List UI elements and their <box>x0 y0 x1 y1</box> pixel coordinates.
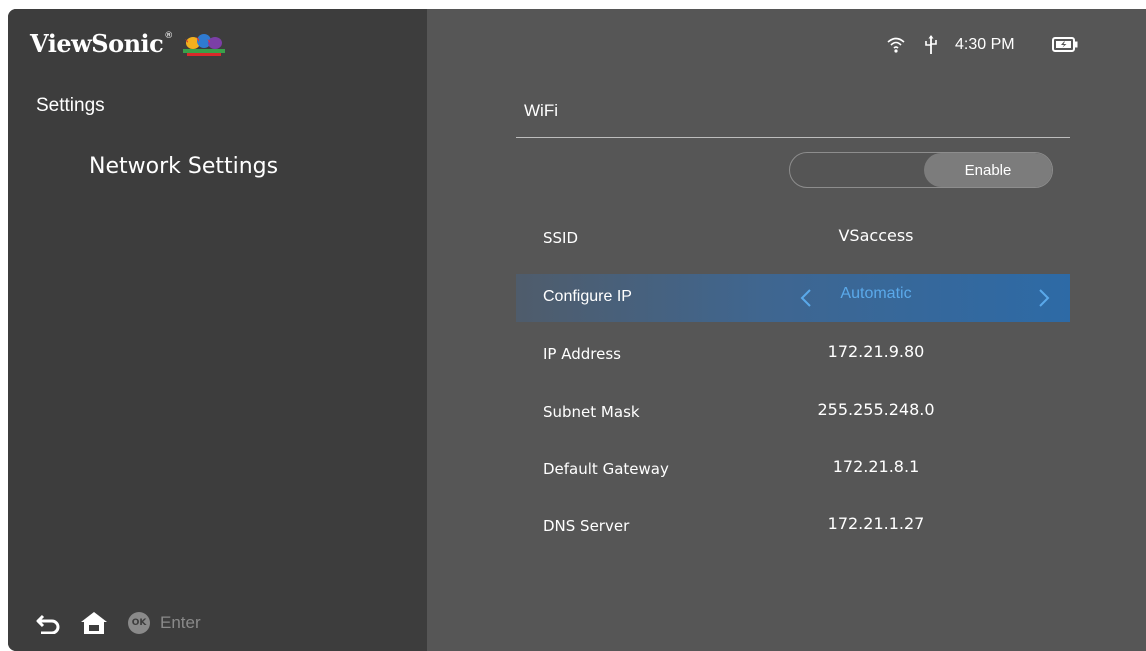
setting-label: Configure IP <box>543 288 632 305</box>
clock: 4:30 PM <box>955 36 1015 53</box>
chevron-right-icon[interactable] <box>1038 288 1050 308</box>
setting-row-dns-server[interactable]: DNS Server 172.21.1.27 <box>516 503 1070 551</box>
setting-label: Subnet Mask <box>543 403 640 421</box>
setting-value: VSaccess <box>838 226 914 245</box>
projector-screen: ViewSonic ® Settings Network Settings OK… <box>8 9 1146 651</box>
divider <box>516 137 1070 138</box>
toggle-enable-label: Enable <box>924 153 1052 187</box>
birds-logo-icon <box>183 33 226 56</box>
status-bar: 4:30 PM <box>886 35 1146 57</box>
setting-label: IP Address <box>543 345 621 363</box>
setting-label: SSID <box>543 229 579 247</box>
setting-value: 172.21.8.1 <box>832 457 920 476</box>
setting-label: Default Gateway <box>543 460 669 478</box>
wifi-icon <box>887 37 905 53</box>
setting-row-ip-address[interactable]: IP Address 172.21.9.80 <box>516 331 1070 379</box>
wifi-section-title: WiFi <box>524 101 558 120</box>
setting-value: 255.255.248.0 <box>817 400 935 419</box>
brand-name: ViewSonic <box>30 29 164 58</box>
wifi-toggle[interactable]: Enable <box>789 152 1053 188</box>
breadcrumb: Settings <box>36 95 105 116</box>
setting-row-subnet-mask[interactable]: Subnet Mask 255.255.248.0 <box>516 389 1070 437</box>
usb-icon <box>925 35 937 54</box>
hint-bar: OK Enter <box>36 611 201 635</box>
sidebar: ViewSonic ® Settings Network Settings OK… <box>8 9 427 651</box>
ok-icon: OK <box>128 612 150 634</box>
setting-row-default-gateway[interactable]: Default Gateway 172.21.8.1 <box>516 446 1070 494</box>
setting-row-ssid[interactable]: SSID VSaccess <box>516 215 1070 263</box>
setting-value: 172.21.9.80 <box>827 342 925 361</box>
setting-value: Automatic <box>840 285 912 302</box>
setting-row-configure-ip[interactable]: Configure IP Automatic <box>516 274 1070 322</box>
back-icon[interactable] <box>36 612 62 634</box>
enter-hint: Enter <box>160 613 201 632</box>
battery-icon <box>1052 37 1078 52</box>
brand-registered-mark: ® <box>164 30 174 41</box>
setting-label: DNS Server <box>543 517 630 535</box>
page-subtitle: Network Settings <box>89 154 279 179</box>
settings-panel: 4:30 PM WiFi Enable SSID VSaccess Config… <box>427 9 1146 651</box>
setting-value: 172.21.1.27 <box>827 514 925 533</box>
home-icon[interactable] <box>80 611 108 635</box>
brand-logo: ViewSonic ® <box>30 29 226 58</box>
